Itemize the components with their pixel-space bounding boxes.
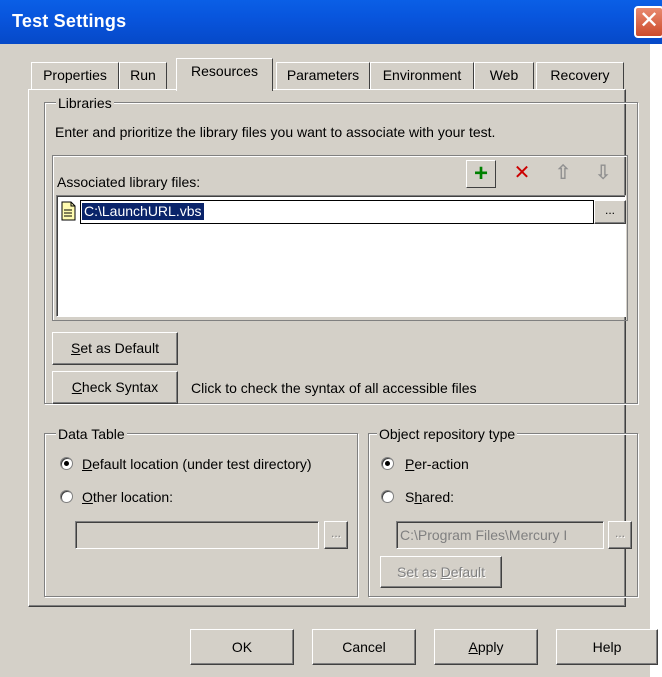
apply-button[interactable]: Apply <box>434 629 538 665</box>
ok-button[interactable]: OK <box>190 629 294 665</box>
other-location-browse-button[interactable]: ... <box>324 521 348 549</box>
libraries-description: Enter and prioritize the library files y… <box>55 124 496 140</box>
close-button[interactable]: ✕ <box>634 6 662 38</box>
plus-icon: + <box>473 160 488 187</box>
library-list-label: Associated library files: <box>57 174 201 190</box>
library-browse-button[interactable]: ... <box>594 200 626 224</box>
per-action-radio[interactable] <box>381 457 394 470</box>
move-up-button[interactable]: ⇧ <box>548 160 578 188</box>
data-table-group-label: Data Table <box>56 426 127 442</box>
tab-label: Properties <box>43 67 107 83</box>
tab-label: Web <box>489 67 519 83</box>
other-location-input[interactable] <box>75 521 319 549</box>
object-repository-group-label: Object repository type <box>377 426 518 442</box>
ellipsis-icon: ... <box>614 526 625 540</box>
shared-repository-path[interactable]: C:\Program Files\Mercury I <box>396 521 604 549</box>
other-location-label: Other location: <box>82 489 174 505</box>
help-button[interactable]: Help <box>556 629 658 665</box>
ellipsis-icon: ... <box>604 203 615 217</box>
set-as-default-button[interactable]: Set as Default <box>52 332 178 365</box>
tab-label: Recovery <box>550 67 610 83</box>
per-action-label: Per-action <box>405 456 469 472</box>
tab-label: Run <box>130 67 156 83</box>
tab-recovery[interactable]: Recovery <box>536 62 624 89</box>
close-icon: ✕ <box>638 7 660 34</box>
libraries-group-label: Libraries <box>56 95 114 111</box>
title-bar: Test Settings <box>0 0 662 44</box>
remove-library-button[interactable]: ✕ <box>507 160 537 188</box>
tab-properties[interactable]: Properties <box>31 62 119 89</box>
check-syntax-button[interactable]: Check Syntax <box>52 371 178 404</box>
tab-label: Resources <box>191 63 258 79</box>
default-location-radio[interactable] <box>60 457 73 470</box>
library-file-edit[interactable]: C:\LaunchURL.vbs <box>80 200 594 224</box>
shared-repository-browse-button[interactable]: ... <box>608 521 632 549</box>
add-library-button[interactable]: + <box>466 160 496 188</box>
shared-radio[interactable] <box>381 490 394 503</box>
tab-label: Environment <box>382 67 462 83</box>
tab-run[interactable]: Run <box>119 62 167 89</box>
delete-icon: ✕ <box>513 162 531 184</box>
tab-environment[interactable]: Environment <box>370 62 474 89</box>
default-location-label: Default location (under test directory) <box>82 456 312 472</box>
other-location-radio[interactable] <box>60 490 73 503</box>
tab-web[interactable]: Web <box>474 62 534 89</box>
tab-parameters[interactable]: Parameters <box>276 62 370 89</box>
shared-label: Shared: <box>405 489 455 505</box>
window-title: Test Settings <box>12 11 127 31</box>
ellipsis-icon: ... <box>330 526 341 540</box>
check-syntax-hint: Click to check the syntax of all accessi… <box>191 380 477 396</box>
tab-label: Parameters <box>286 67 360 83</box>
arrow-up-icon: ⇧ <box>554 162 572 184</box>
tab-resources[interactable]: Resources <box>176 58 273 91</box>
library-file-path: C:\LaunchURL.vbs <box>82 203 204 220</box>
arrow-down-icon: ⇩ <box>594 162 612 184</box>
cancel-button[interactable]: Cancel <box>312 629 416 665</box>
move-down-button[interactable]: ⇩ <box>588 160 618 188</box>
library-file-icon <box>60 201 77 221</box>
shared-repository-path-value: C:\Program Files\Mercury I <box>400 527 568 543</box>
repository-set-as-default-button[interactable]: Set as Default <box>380 556 502 588</box>
